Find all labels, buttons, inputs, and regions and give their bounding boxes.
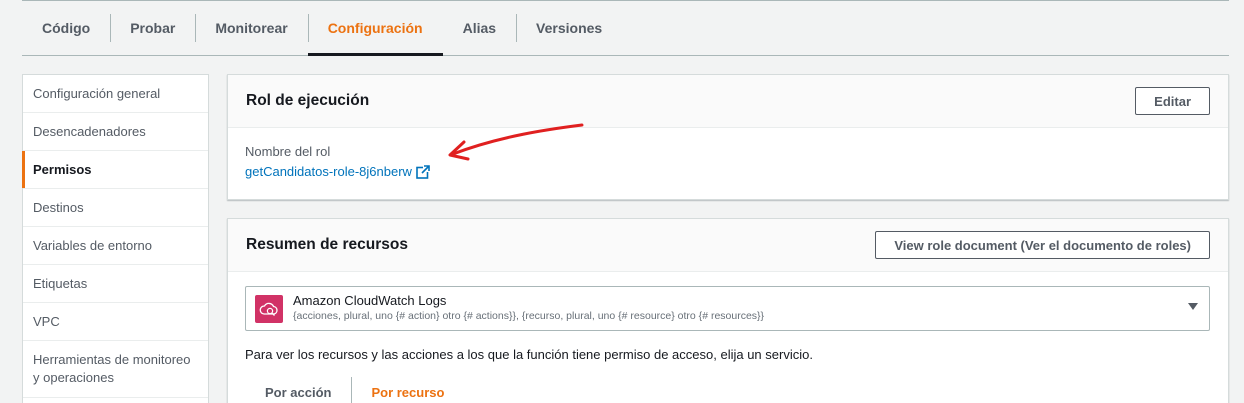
tab-alias[interactable]: Alias bbox=[443, 1, 516, 55]
service-name: Amazon CloudWatch Logs bbox=[293, 293, 447, 308]
sidebar-item-desencadenadores[interactable]: Desencadenadores bbox=[23, 113, 208, 151]
service-description: {acciones, plural, uno {# action} otro {… bbox=[293, 310, 765, 322]
sidebar-item-herramientas-de-monitoreo[interactable]: Herramientas de monitoreo y operaciones bbox=[23, 341, 208, 398]
configuration-sidebar: Configuración general Desencadenadores P… bbox=[22, 74, 209, 403]
sidebar-item-permisos[interactable]: Permisos bbox=[22, 151, 208, 189]
role-name-text: getCandidatos-role-8j6nberw bbox=[245, 164, 412, 179]
tab-por-accion[interactable]: Por acción bbox=[245, 377, 351, 403]
resource-summary-panel: Resumen de recursos View role document (… bbox=[227, 218, 1229, 403]
edit-button[interactable]: Editar bbox=[1135, 87, 1210, 115]
execution-role-header: Rol de ejecución Editar bbox=[228, 75, 1228, 128]
cloudwatch-icon bbox=[255, 295, 283, 323]
sidebar-item-destinos[interactable]: Destinos bbox=[23, 189, 208, 227]
tab-probar[interactable]: Probar bbox=[110, 1, 195, 55]
tab-versiones[interactable]: Versiones bbox=[516, 1, 622, 55]
function-tabs: Código Probar Monitorear Configuración A… bbox=[22, 1, 1229, 56]
sidebar-item-etiquetas[interactable]: Etiquetas bbox=[23, 265, 208, 303]
sidebar-item-variables-de-entorno[interactable]: Variables de entorno bbox=[23, 227, 208, 265]
external-link-icon bbox=[416, 164, 430, 179]
role-name-link[interactable]: getCandidatos-role-8j6nberw bbox=[245, 164, 430, 179]
service-hint-text: Para ver los recursos y las acciones a l… bbox=[245, 347, 813, 362]
tab-configuracion[interactable]: Configuración bbox=[307, 1, 443, 56]
resource-summary-header: Resumen de recursos View role document (… bbox=[228, 219, 1228, 272]
tab-por-recurso[interactable]: Por recurso bbox=[351, 377, 464, 403]
view-role-document-button[interactable]: View role document (Ver el documento de … bbox=[875, 231, 1210, 259]
resource-view-tabs: Por acción Por recurso bbox=[245, 377, 464, 403]
resource-summary-title: Resumen de recursos bbox=[246, 236, 408, 253]
role-name-label: Nombre del rol bbox=[245, 144, 331, 159]
sidebar-item-configuracion-general[interactable]: Configuración general bbox=[23, 75, 208, 113]
sidebar-item-vpc[interactable]: VPC bbox=[23, 303, 208, 341]
execution-role-panel: Rol de ejecución Editar Nombre del rol g… bbox=[227, 74, 1229, 200]
service-select[interactable]: Amazon CloudWatch Logs {acciones, plural… bbox=[245, 286, 1210, 331]
execution-role-title: Rol de ejecución bbox=[246, 92, 370, 109]
caret-down-icon bbox=[1188, 303, 1198, 310]
tab-monitorear[interactable]: Monitorear bbox=[195, 1, 307, 55]
tab-codigo[interactable]: Código bbox=[22, 1, 110, 55]
